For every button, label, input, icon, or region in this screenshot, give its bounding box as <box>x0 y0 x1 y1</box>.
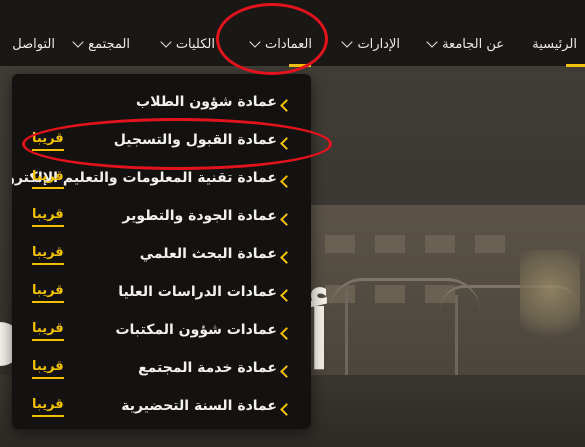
dropdown-item-label: عمادة شؤون الطلاب <box>136 94 277 110</box>
coming-soon-badge: قريبا <box>32 358 64 379</box>
university-emblem <box>520 250 580 350</box>
chevron-left-icon <box>280 213 293 226</box>
hero-heading: أ <box>308 293 331 387</box>
annotation-circle-nav <box>216 3 328 75</box>
annotation-circle-admission <box>22 118 332 170</box>
nav-item-label: المجتمع <box>88 36 130 52</box>
dropdown-item-label: عمادة الجودة والتطوير <box>122 208 277 224</box>
dropdown-item-scientific-research[interactable]: عمادة البحث العلمي قريبا <box>12 238 311 276</box>
nav-item-community[interactable]: المجتمع <box>72 34 130 54</box>
coming-soon-badge: قريبا <box>32 168 64 189</box>
nav-item-colleges[interactable]: الكليات <box>160 34 215 54</box>
dropdown-item-label: عمادات شؤون المكتبات <box>115 322 277 338</box>
hero-pole <box>455 295 458 380</box>
hero-pole <box>345 290 348 380</box>
nav-item-contact[interactable]: التواصل <box>12 34 55 54</box>
nav-item-label: الرئيسية <box>532 36 577 52</box>
chevron-left-icon <box>280 251 293 264</box>
coming-soon-badge: قريبا <box>32 396 64 417</box>
chevron-left-icon <box>280 365 293 378</box>
nav-item-label: عن الجامعة <box>442 36 504 52</box>
chevron-left-icon <box>280 327 293 340</box>
nav-item-home[interactable]: الرئيسية <box>532 34 577 54</box>
coming-soon-badge: قريبا <box>32 320 64 341</box>
dropdown-item-preparatory-year[interactable]: عمادة السنة التحضيرية قريبا <box>12 390 311 428</box>
dropdown-item-quality-development[interactable]: عمادة الجودة والتطوير قريبا <box>12 200 311 238</box>
chevron-left-icon <box>280 289 293 302</box>
dropdown-item-graduate-studies[interactable]: عمادات الدراسات العليا قريبا <box>12 276 311 314</box>
dropdown-item-label: عمادة البحث العلمي <box>139 246 277 262</box>
nav-item-label: الإدارات <box>357 36 400 52</box>
chevron-left-icon <box>280 99 293 112</box>
nav-item-label: الكليات <box>175 36 215 52</box>
nav-indicator <box>566 64 585 67</box>
chevron-down-icon <box>160 36 172 48</box>
nav-item-label: التواصل <box>12 36 55 52</box>
dropdown-item-label: عمادة خدمة المجتمع <box>138 360 277 376</box>
chevron-down-icon <box>426 36 438 48</box>
nav-item-administrations[interactable]: الإدارات <box>341 34 400 54</box>
chevron-left-icon <box>280 403 293 416</box>
dropdown-item-community-service[interactable]: عمادة خدمة المجتمع قريبا <box>12 352 311 390</box>
coming-soon-badge: قريبا <box>32 282 64 303</box>
dropdown-item-label: عمادة السنة التحضيرية <box>121 398 277 414</box>
coming-soon-badge: قريبا <box>32 244 64 265</box>
coming-soon-badge: قريبا <box>32 206 64 227</box>
chevron-down-icon <box>341 36 354 48</box>
nav-item-about[interactable]: عن الجامعة <box>426 34 504 54</box>
chevron-left-icon <box>280 175 293 188</box>
dropdown-item-label: عمادات الدراسات العليا <box>118 284 277 300</box>
chevron-down-icon <box>72 36 84 48</box>
dropdown-item-library-affairs[interactable]: عمادات شؤون المكتبات قريبا <box>12 314 311 352</box>
